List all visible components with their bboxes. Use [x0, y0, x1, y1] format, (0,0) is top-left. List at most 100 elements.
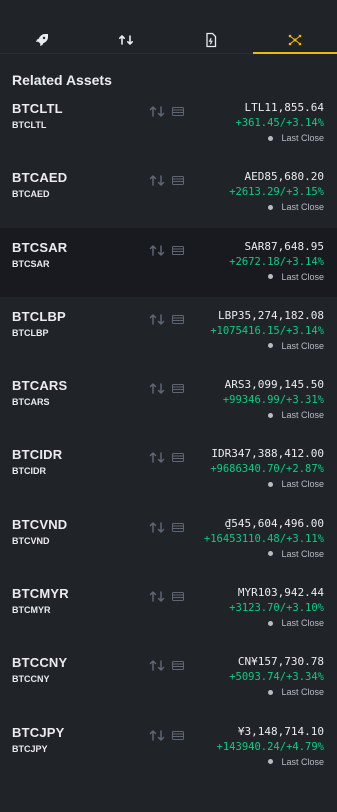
asset-change: +2613.29/+3.15%: [229, 186, 324, 199]
card-icon: [172, 176, 184, 186]
asset-status: Last Close: [268, 687, 324, 697]
card-icon: [172, 661, 184, 671]
asset-mini-icons: [149, 660, 184, 672]
asset-row[interactable]: BTCAED BTCAED AED85,680.20 +2613.29/+3.1…: [0, 158, 337, 227]
status-dot: [268, 204, 274, 210]
document-icon: [205, 32, 216, 48]
asset-subtitle: BTCIDR: [12, 466, 46, 477]
status-label: Last Close: [281, 133, 324, 143]
asset-row[interactable]: BTCCNY BTCCNY CN¥157,730.78 +5093.74/+3.…: [0, 643, 337, 712]
asset-change: +16453110.48/+3.11%: [203, 532, 324, 545]
tab-overview[interactable]: [0, 27, 84, 53]
card-icon: [172, 107, 184, 116]
card-icon: [172, 522, 184, 532]
asset-change: +99346.99/+3.31%: [222, 394, 324, 407]
asset-price: AED85,680.20: [244, 170, 324, 184]
asset-subtitle: BTCMYR: [12, 605, 51, 616]
asset-row[interactable]: BTCMYR BTCMYR MYR103,942.44 +3123.70/+3.…: [0, 574, 337, 643]
status-dot: [268, 274, 274, 280]
asset-symbol: BTCVND: [12, 516, 68, 532]
asset-status: Last Close: [268, 341, 324, 351]
asset-price: IDR347,388,412.00: [211, 447, 324, 461]
status-dot: [268, 689, 274, 695]
swap-arrows-icon: [119, 35, 134, 45]
asset-change: +9686340.70/+2.87%: [210, 463, 324, 476]
asset-subtitle: BTCLTL: [12, 120, 47, 130]
asset-symbol: BTCIDR: [12, 447, 63, 463]
asset-price: ₫545,604,496.00: [224, 516, 324, 530]
asset-subtitle: BTCARS: [12, 397, 50, 408]
asset-change: +2672.18/+3.14%: [229, 255, 324, 268]
asset-change: +361.45/+3.14%: [235, 117, 324, 129]
asset-mini-icons: [149, 591, 184, 602]
swap-arrows-icon: [149, 314, 165, 325]
asset-row[interactable]: BTCSAR BTCSAR SAR87,648.95 +2672.18/+3.1…: [0, 227, 337, 297]
status-dot: [268, 620, 274, 626]
asset-row[interactable]: BTCIDR BTCIDR IDR347,388,412.00 +9686340…: [0, 435, 337, 504]
asset-row[interactable]: BTCLBP BTCLBP LBP35,274,182.08 +1075416.…: [0, 297, 337, 366]
asset-symbol: BTCCNY: [12, 655, 68, 671]
tab-bar: [0, 27, 337, 54]
status-dot: [268, 343, 274, 349]
swap-arrows-icon: [149, 729, 165, 741]
rocket-icon: [36, 34, 49, 46]
asset-subtitle: BTCAED: [12, 189, 50, 200]
card-icon: [172, 245, 184, 255]
card-icon: [172, 384, 184, 394]
asset-row[interactable]: BTCVND BTCVND ₫545,604,496.00 +16453110.…: [0, 505, 337, 574]
asset-row[interactable]: BTCJPY BTCJPY ¥3,148,714.10 +143940.24/+…: [0, 713, 337, 782]
status-label: Last Close: [281, 756, 324, 767]
asset-row[interactable]: BTCARS BTCARS ARS3,099,145.50 +99346.99/…: [0, 366, 337, 435]
asset-subtitle: BTCLBP: [12, 327, 49, 338]
status-label: Last Close: [281, 618, 324, 629]
asset-change: +1075416.15/+3.14%: [210, 324, 324, 337]
asset-mini-icons: [149, 244, 184, 256]
asset-subtitle: BTCCNY: [12, 674, 50, 685]
asset-mini-icons: [149, 452, 184, 464]
network-icon: [288, 34, 302, 46]
asset-symbol: BTCSAR: [12, 239, 68, 255]
card-icon: [172, 592, 184, 602]
section-title: Related Assets: [12, 72, 112, 88]
status-label: Last Close: [281, 479, 324, 490]
asset-mini-icons: [149, 175, 184, 187]
asset-symbol: BTCLBP: [12, 308, 66, 324]
card-icon: [172, 453, 184, 463]
asset-status: Last Close: [268, 202, 324, 212]
status-label: Last Close: [281, 202, 324, 213]
swap-arrows-icon: [149, 106, 165, 117]
swap-arrows-icon: [149, 660, 165, 672]
status-label: Last Close: [281, 548, 324, 559]
asset-status: Last Close: [268, 272, 324, 282]
asset-status: Last Close: [268, 549, 324, 559]
asset-mini-icons: [149, 729, 184, 741]
swap-arrows-icon: [149, 244, 165, 256]
status-dot: [268, 135, 274, 141]
asset-change: +5093.74/+3.34%: [229, 671, 324, 684]
asset-symbol: BTCAED: [12, 170, 68, 186]
tab-info[interactable]: [169, 27, 253, 53]
status-dot: [268, 759, 274, 765]
status-label: Last Close: [281, 340, 324, 351]
asset-subtitle: BTCJPY: [12, 743, 48, 754]
status-label: Last Close: [281, 410, 324, 421]
swap-arrows-icon: [149, 522, 165, 533]
asset-status: Last Close: [268, 410, 324, 420]
asset-change: +3123.70/+3.10%: [229, 602, 324, 615]
swap-arrows-icon: [149, 452, 165, 464]
tab-related[interactable]: [252, 27, 337, 54]
asset-status: Last Close: [268, 618, 324, 628]
asset-mini-icons: [149, 383, 184, 394]
asset-subtitle: BTCVND: [12, 535, 50, 546]
asset-list: BTCLTL BTCLTL LTL11,855.64 +361.45/+3.14…: [0, 89, 337, 782]
asset-price: LBP35,274,182.08: [218, 308, 324, 322]
asset-symbol: BTCMYR: [12, 586, 69, 602]
status-dot: [268, 481, 274, 487]
tab-trades[interactable]: [84, 27, 168, 53]
asset-row[interactable]: BTCLTL BTCLTL LTL11,855.64 +361.45/+3.14…: [0, 89, 337, 158]
asset-mini-icons: [149, 106, 184, 117]
asset-symbol: BTCLTL: [12, 101, 63, 116]
asset-status: Last Close: [268, 479, 324, 489]
swap-arrows-icon: [149, 591, 165, 602]
status-label: Last Close: [281, 271, 324, 282]
